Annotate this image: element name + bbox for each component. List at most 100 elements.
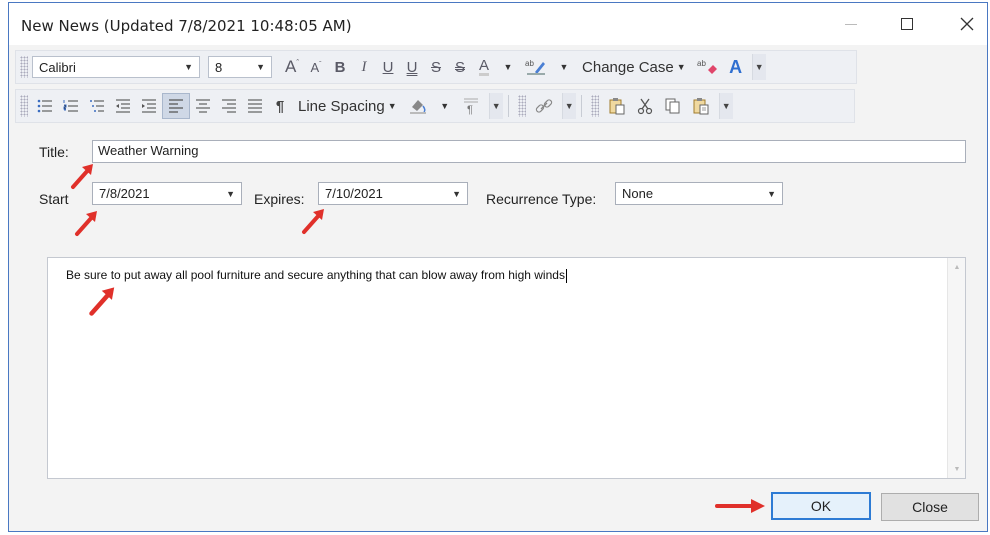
vertical-scrollbar[interactable]: ▲ ▼ — [947, 258, 965, 478]
toolbar-grip[interactable] — [590, 95, 599, 117]
chevron-down-icon: ▼ — [503, 62, 513, 72]
align-left-button[interactable] — [162, 93, 190, 119]
multilevel-list-button[interactable] — [84, 93, 110, 119]
font-size-combo[interactable]: 8 ▼ — [208, 56, 272, 78]
multilevel-list-icon — [90, 100, 104, 112]
toolbar-grip[interactable] — [20, 56, 28, 78]
clear-format-icon: ab — [697, 59, 717, 74]
start-date-picker[interactable]: 7/8/2021 ▼ — [92, 182, 242, 205]
paste-special-button[interactable] — [603, 93, 631, 119]
expires-label: Expires: — [254, 191, 305, 207]
ok-button[interactable]: OK — [771, 492, 871, 520]
expires-date-picker[interactable]: 7/10/2021 ▼ — [318, 182, 468, 205]
paste-special-icon — [609, 98, 625, 115]
recurrence-type-select[interactable]: None ▼ — [615, 182, 783, 205]
formatting-toolbar: Calibri ▼ 8 ▼ Aˆ Aˇ B I U U S S A ▼ ab ▼… — [15, 50, 857, 84]
double-strikethrough-icon: S — [455, 58, 466, 76]
toolbar-grip[interactable] — [20, 95, 28, 117]
paragraph-button[interactable]: ¶ — [457, 93, 485, 119]
annotation-arrow-expires — [302, 209, 324, 234]
strikethrough-icon: S — [431, 58, 442, 76]
shrink-font-button[interactable]: Aˇ — [304, 54, 328, 80]
underline-button[interactable]: U — [376, 54, 400, 80]
shrink-font-icon: Aˇ — [310, 59, 322, 75]
text-effect-button[interactable]: A — [724, 54, 748, 80]
close-window-button[interactable] — [945, 9, 987, 39]
minimize-button[interactable] — [829, 9, 873, 39]
clear-format-button[interactable]: ab — [692, 54, 724, 80]
close-icon — [960, 17, 974, 31]
justify-icon — [248, 99, 262, 113]
toolbar-separator — [580, 95, 582, 117]
font-name-value: Calibri — [39, 59, 76, 75]
chevron-down-icon: ▼ — [754, 62, 764, 72]
maximize-icon — [901, 18, 913, 30]
expires-date-value: 7/10/2021 — [325, 186, 383, 201]
body-text-content: Be sure to put away all pool furniture a… — [66, 268, 565, 282]
align-right-button[interactable] — [216, 93, 242, 119]
paste-button[interactable] — [687, 93, 715, 119]
scroll-down-icon[interactable]: ▼ — [948, 462, 966, 476]
shading-dropdown[interactable]: ▼ — [433, 93, 457, 119]
svg-text:ab: ab — [525, 59, 534, 68]
line-spacing-label: Line Spacing — [298, 97, 385, 115]
clipboard-overflow-button[interactable]: ▼ — [718, 93, 733, 119]
copy-button[interactable] — [659, 93, 687, 119]
close-button[interactable]: Close — [881, 493, 979, 521]
minimize-icon — [845, 23, 857, 25]
show-formatting-button[interactable]: ¶ — [268, 93, 292, 119]
decrease-indent-button[interactable] — [110, 93, 136, 119]
start-date-value: 7/8/2021 — [99, 186, 150, 201]
ok-label: OK — [810, 498, 832, 514]
font-color-button[interactable]: A — [472, 54, 496, 80]
bold-button[interactable]: B — [328, 54, 352, 80]
hyperlink-button[interactable] — [530, 93, 558, 119]
numbering-button[interactable] — [58, 93, 84, 119]
align-left-icon — [169, 99, 183, 113]
bullets-button[interactable] — [32, 93, 58, 119]
paragraph-overflow-button[interactable]: ▼ — [488, 93, 503, 119]
grow-font-button[interactable]: Aˆ — [280, 54, 304, 80]
chevron-down-icon: ▼ — [440, 101, 450, 111]
double-strikethrough-button[interactable]: S — [448, 54, 472, 80]
chevron-down-icon: ▼ — [721, 101, 731, 111]
line-spacing-button[interactable]: Line Spacing ▼ — [292, 98, 403, 115]
highlight-icon: ab — [525, 59, 546, 75]
strikethrough-button[interactable]: S — [424, 54, 448, 80]
news-body-text: Be sure to put away all pool furniture a… — [66, 268, 567, 283]
italic-icon: I — [361, 58, 367, 75]
annotation-arrow-start — [75, 211, 97, 236]
shading-icon — [409, 100, 426, 114]
change-case-label: Change Case — [582, 58, 674, 76]
shading-button[interactable] — [403, 93, 433, 119]
font-color-dropdown[interactable]: ▼ — [496, 54, 520, 80]
font-name-combo[interactable]: Calibri ▼ — [32, 56, 200, 78]
change-case-button[interactable]: Change Case ▼ — [576, 59, 692, 76]
font-size-value: 8 — [215, 59, 223, 75]
cut-icon — [637, 98, 652, 115]
increase-indent-button[interactable] — [136, 93, 162, 119]
svg-text:¶: ¶ — [467, 104, 473, 115]
paragraph-format-icon: ¶ — [463, 98, 478, 115]
maximize-button[interactable] — [885, 9, 929, 39]
news-body-editor[interactable]: Be sure to put away all pool furniture a… — [47, 257, 966, 479]
start-label: Start — [39, 191, 69, 207]
text-effect-icon: A — [729, 56, 743, 77]
text-cursor — [565, 268, 567, 283]
align-center-button[interactable] — [190, 93, 216, 119]
highlight-button[interactable]: ab — [520, 54, 552, 80]
title-input[interactable]: Weather Warning — [92, 140, 966, 163]
scroll-up-icon[interactable]: ▲ — [948, 260, 966, 274]
toolbar-overflow-button[interactable]: ▼ — [751, 54, 766, 80]
toolbar-grip[interactable] — [517, 95, 526, 117]
chevron-down-icon: ▼ — [491, 101, 501, 111]
highlight-dropdown[interactable]: ▼ — [552, 54, 576, 80]
italic-button[interactable]: I — [352, 54, 376, 80]
cut-button[interactable] — [631, 93, 659, 119]
svg-text:ab: ab — [697, 59, 706, 68]
double-underline-button[interactable]: U — [400, 54, 424, 80]
justify-button[interactable] — [242, 93, 268, 119]
link-overflow-button[interactable]: ▼ — [561, 93, 576, 119]
font-color-icon: A — [479, 56, 490, 76]
decrease-indent-icon — [116, 99, 130, 113]
